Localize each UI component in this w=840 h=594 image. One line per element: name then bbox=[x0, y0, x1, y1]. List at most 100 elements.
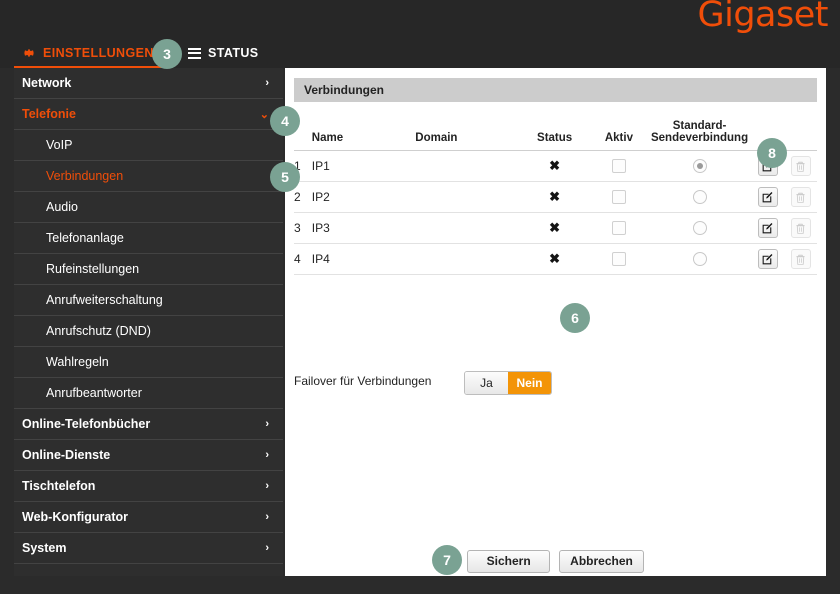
sidebar-item-telefonie[interactable]: Telefonie ⌄ bbox=[14, 99, 283, 130]
nav-tab-bar: EINSTELLUNGEN STATUS bbox=[0, 38, 840, 68]
chevron-right-icon: › bbox=[265, 449, 269, 461]
row-name: IP4 bbox=[311, 243, 416, 275]
callout-badge-3: 3 bbox=[152, 39, 182, 69]
aktiv-checkbox[interactable] bbox=[611, 159, 626, 174]
edit-button[interactable] bbox=[757, 187, 778, 207]
row-aktiv[interactable] bbox=[590, 243, 648, 275]
sidebar-item-label: Anrufschutz (DND) bbox=[46, 324, 151, 338]
chevron-right-icon: › bbox=[265, 542, 269, 554]
col-status: Status bbox=[518, 118, 591, 151]
sidebar-item-rufeinstellungen[interactable]: Rufeinstellungen bbox=[14, 254, 283, 285]
cancel-button[interactable]: Abbrechen bbox=[559, 549, 644, 573]
failover-toggle[interactable]: Ja Nein bbox=[464, 371, 552, 395]
page-title: Verbindungen bbox=[294, 78, 817, 102]
standard-radio[interactable] bbox=[692, 252, 707, 267]
app-window: Gigaset EINSTELLUNGEN STATUS Network › Tel… bbox=[0, 0, 840, 594]
gigaset-logo: Gigaset bbox=[697, 0, 828, 35]
chevron-right-icon: › bbox=[265, 511, 269, 523]
callout-badge-5: 5 bbox=[270, 162, 300, 192]
save-button[interactable]: Sichern bbox=[467, 549, 551, 573]
row-index: 3 bbox=[294, 212, 312, 244]
edit-icon bbox=[762, 253, 773, 264]
standard-radio[interactable] bbox=[692, 159, 707, 174]
sidebar-item-network[interactable]: Network › bbox=[14, 68, 283, 99]
status-cross-icon: ✖ bbox=[549, 220, 561, 235]
row-standard[interactable] bbox=[647, 243, 752, 275]
connections-table: Name Domain Status Aktiv Standard- Sende… bbox=[294, 118, 817, 275]
table-row: 3 IP3 ✖ bbox=[294, 212, 817, 244]
sidebar-item-web-konfigurator[interactable]: Web-Konfigurator › bbox=[14, 502, 283, 533]
sidebar-item-voip[interactable]: VoIP bbox=[14, 130, 283, 161]
row-edit[interactable] bbox=[751, 212, 785, 244]
sidebar-item-tischtelefon[interactable]: Tischtelefon › bbox=[14, 471, 283, 502]
sidebar-item-system[interactable]: System › bbox=[14, 533, 283, 564]
sidebar-item-label: Telefonie bbox=[22, 107, 76, 121]
failover-row: Failover für Verbindungen Ja Nein bbox=[294, 371, 817, 395]
delete-button bbox=[790, 156, 811, 176]
row-status: ✖ bbox=[518, 181, 591, 213]
sidebar-item-wahlregeln[interactable]: Wahlregeln bbox=[14, 347, 283, 378]
tab-status[interactable]: STATUS bbox=[180, 38, 267, 68]
sidebar-item-telefonanlage[interactable]: Telefonanlage bbox=[14, 223, 283, 254]
sidebar-item-label: Telefonanlage bbox=[46, 231, 124, 245]
aktiv-checkbox[interactable] bbox=[611, 252, 626, 267]
edit-icon bbox=[762, 191, 773, 202]
failover-option-ja[interactable]: Ja bbox=[465, 372, 508, 394]
chevron-right-icon: › bbox=[265, 418, 269, 430]
tab-status-label: STATUS bbox=[208, 46, 259, 60]
table-row: 2 IP2 ✖ bbox=[294, 181, 817, 213]
row-domain bbox=[415, 243, 519, 275]
col-standard-line2: Sendeverbindung bbox=[650, 132, 749, 144]
failover-option-nein[interactable]: Nein bbox=[508, 372, 551, 394]
standard-radio[interactable] bbox=[692, 221, 707, 236]
row-domain bbox=[415, 150, 519, 182]
sidebar-item-label: Online-Dienste bbox=[22, 448, 111, 462]
col-standard-line1: Standard- bbox=[672, 120, 727, 132]
row-delete bbox=[784, 150, 817, 182]
sidebar-item-online-dienste[interactable]: Online-Dienste › bbox=[14, 440, 283, 471]
row-aktiv[interactable] bbox=[590, 150, 648, 182]
standard-radio[interactable] bbox=[692, 190, 707, 205]
row-delete bbox=[784, 212, 817, 244]
sidebar-item-verbindungen[interactable]: Verbindungen bbox=[14, 161, 283, 192]
edit-icon bbox=[762, 222, 773, 233]
sidebar-item-online-telefonb-cher[interactable]: Online-Telefonbücher › bbox=[14, 409, 283, 440]
row-index: 4 bbox=[294, 243, 312, 275]
table-row: 1 IP1 ✖ bbox=[294, 150, 817, 182]
sidebar-item-anrufschutz-dnd[interactable]: Anrufschutz (DND) bbox=[14, 316, 283, 347]
edit-button[interactable] bbox=[757, 249, 778, 269]
sidebar-item-audio[interactable]: Audio bbox=[14, 192, 283, 223]
tab-einstellungen[interactable]: EINSTELLUNGEN bbox=[14, 38, 162, 68]
sidebar-item-anrufbeantworter[interactable]: Anrufbeantworter bbox=[14, 378, 283, 409]
trash-icon bbox=[796, 192, 805, 203]
sidebar-item-anrufweiterschaltung[interactable]: Anrufweiterschaltung bbox=[14, 285, 283, 316]
sidebar-item-label: Wahlregeln bbox=[46, 355, 109, 369]
sidebar-item-label: Verbindungen bbox=[46, 169, 124, 183]
delete-button bbox=[790, 218, 811, 238]
sidebar-item-label: System bbox=[22, 541, 67, 555]
hamburger-icon bbox=[188, 47, 201, 59]
aktiv-checkbox[interactable] bbox=[611, 190, 626, 205]
row-standard[interactable] bbox=[647, 212, 752, 244]
delete-button bbox=[790, 187, 811, 207]
row-edit[interactable] bbox=[751, 243, 785, 275]
edit-button[interactable] bbox=[757, 218, 778, 238]
sidebar-item-label: Network bbox=[22, 76, 72, 90]
sidebar: Network › Telefonie ⌄ VoIP Verbindungen Audio T… bbox=[14, 68, 283, 576]
row-standard[interactable] bbox=[647, 150, 752, 182]
row-standard[interactable] bbox=[647, 181, 752, 213]
col-aktiv: Aktiv bbox=[590, 118, 648, 151]
row-aktiv[interactable] bbox=[590, 181, 648, 213]
col-domain: Domain bbox=[415, 118, 519, 151]
row-status: ✖ bbox=[518, 243, 591, 275]
col-name: Name bbox=[311, 118, 416, 151]
row-domain bbox=[415, 212, 519, 244]
row-status: ✖ bbox=[518, 150, 591, 182]
aktiv-checkbox[interactable] bbox=[611, 221, 626, 236]
sidebar-item-label: Tischtelefon bbox=[22, 479, 96, 493]
row-aktiv[interactable] bbox=[590, 212, 648, 244]
row-edit[interactable] bbox=[751, 181, 785, 213]
sidebar-item-label: Anrufweiterschaltung bbox=[46, 293, 163, 307]
status-cross-icon: ✖ bbox=[549, 189, 561, 204]
row-domain bbox=[415, 181, 519, 213]
